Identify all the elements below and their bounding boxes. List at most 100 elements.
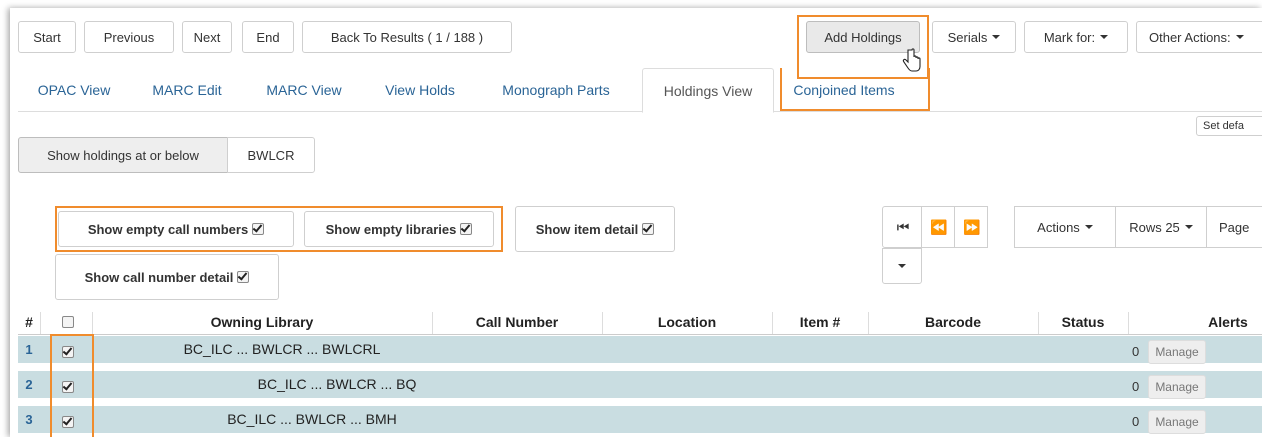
column-header-barcode[interactable]: Barcode [868, 312, 1038, 332]
next-button[interactable]: Next [182, 21, 232, 53]
toggle-item-detail[interactable]: Show item detail [515, 206, 675, 252]
caret-down-icon [1184, 225, 1193, 229]
column-header-label: Call Number [475, 314, 559, 330]
checkbox-checked-icon [62, 380, 74, 393]
column-menu-dropdown[interactable] [882, 248, 922, 284]
toggle-empty-libraries[interactable]: Show empty libraries [304, 211, 494, 247]
column-header-label: # [25, 314, 33, 330]
tab-label: View Holds [385, 82, 455, 98]
row-checkbox[interactable] [62, 413, 74, 428]
other-actions-label: Other Actions: [1149, 29, 1231, 45]
checkbox-checked-icon [62, 345, 74, 358]
toggle-empty-call-numbers[interactable]: Show empty call numbers [58, 211, 294, 247]
tab-opac-view[interactable]: OPAC View [24, 68, 124, 112]
checkbox-checked-icon [252, 223, 265, 235]
start-button-label: Start [33, 29, 61, 45]
caret-down-icon [898, 264, 906, 268]
next-page-icon: ⏩ [963, 218, 980, 235]
owning-library-cell: BC_ILC ... BWLCR ... BMH [92, 405, 432, 433]
column-header-label: Item # [799, 314, 841, 330]
previous-button[interactable]: Previous [84, 21, 174, 53]
column-header-location[interactable]: Location [602, 312, 772, 332]
page-selector[interactable]: Page [1206, 206, 1262, 248]
row-checkbox[interactable] [62, 378, 74, 393]
tab-view-holds[interactable]: View Holds [370, 68, 470, 112]
tab-conjoined-items[interactable]: Conjoined Items [784, 68, 904, 112]
page-selector-label: Page [1219, 219, 1250, 235]
caret-down-icon [1084, 225, 1093, 229]
owning-library-cell: BC_ILC ... BWLCR ... BWLCRL [92, 335, 432, 363]
owning-library-text: BC_ILC ... BWLCR ... BWLCRL [183, 341, 381, 357]
column-header-alerts[interactable]: Alerts [1128, 312, 1262, 332]
first-page-button[interactable]: ⏮ [882, 206, 922, 248]
column-header-label: Location [657, 314, 717, 330]
previous-button-label: Previous [103, 29, 155, 45]
end-button[interactable]: End [242, 21, 294, 53]
manage-alerts-button[interactable]: Manage [1148, 340, 1206, 364]
grid-actions-label: Actions [1037, 219, 1080, 235]
org-selector-value: BWLCR [247, 147, 295, 163]
caret-down-icon [1235, 35, 1244, 39]
column-header-owning-library[interactable]: Owning Library [92, 312, 432, 332]
toggle-label: Show item detail [535, 221, 639, 237]
serials-dropdown[interactable]: Serials [932, 21, 1016, 53]
owning-library-text: BC_ILC ... BWLCR ... BQ [257, 376, 417, 392]
holdings-view-window: Start Previous Next End Back To Results … [10, 8, 1262, 437]
column-header-status[interactable]: Status [1038, 312, 1128, 332]
alerts-count-text: 0 [1132, 379, 1140, 394]
other-actions-dropdown[interactable]: Other Actions: [1136, 21, 1262, 53]
column-header-number: # [18, 312, 40, 332]
hand-cursor-icon [902, 48, 921, 72]
caret-down-icon [1100, 35, 1109, 39]
toggle-label: Show call number detail [84, 269, 234, 285]
tab-label: OPAC View [37, 82, 111, 98]
tab-label: Monograph Parts [502, 82, 610, 98]
previous-page-button[interactable]: ⏪ [921, 206, 955, 248]
tab-label: MARC View [266, 82, 342, 98]
column-header-call-number[interactable]: Call Number [432, 312, 602, 332]
mark-for-label: Mark for: [1043, 29, 1096, 45]
manage-alerts-button[interactable]: Manage [1148, 410, 1206, 434]
end-button-label: End [256, 29, 280, 45]
mark-for-dropdown[interactable]: Mark for: [1024, 21, 1128, 53]
select-all-checkbox[interactable] [62, 316, 74, 328]
tab-monograph-parts[interactable]: Monograph Parts [482, 68, 630, 112]
manage-label: Manage [1155, 345, 1199, 359]
first-page-icon: ⏮ [896, 218, 910, 235]
add-holdings-label: Add Holdings [824, 29, 902, 45]
checkbox-checked-icon [237, 271, 250, 283]
next-page-button[interactable]: ⏩ [954, 206, 988, 248]
owning-library-text: BC_ILC ... BWLCR ... BMH [227, 411, 397, 427]
set-default-button[interactable]: Set defa [1196, 116, 1262, 136]
row-number[interactable]: 1 [18, 335, 40, 363]
column-header-label: Status [1061, 314, 1105, 330]
column-header-label: Owning Library [210, 314, 314, 330]
org-selector[interactable]: BWLCR [227, 137, 315, 173]
row-checkbox[interactable] [62, 343, 74, 358]
checkbox-checked-icon [642, 223, 655, 235]
grid-actions-dropdown[interactable]: Actions [1014, 206, 1116, 248]
row-number[interactable]: 2 [18, 370, 40, 398]
toggle-label: Show empty call numbers [87, 221, 249, 237]
alerts-count: 0 [1132, 414, 1139, 429]
holdings-filter-label: Show holdings at or below [18, 137, 228, 173]
start-button[interactable]: Start [18, 21, 76, 53]
tab-marc-view[interactable]: MARC View [254, 68, 354, 112]
checkbox-checked-icon [460, 223, 473, 235]
alerts-count: 0 [1132, 379, 1139, 394]
row-number-text: 2 [25, 376, 33, 392]
row-number[interactable]: 3 [18, 405, 40, 433]
tab-holdings-view[interactable]: Holdings View [642, 68, 774, 113]
alerts-count-text: 0 [1132, 414, 1140, 429]
tab-marc-edit[interactable]: MARC Edit [138, 68, 236, 112]
previous-page-icon: ⏪ [930, 218, 947, 235]
toggle-call-number-detail[interactable]: Show call number detail [55, 254, 279, 300]
holdings-filter-text: Show holdings at or below [47, 147, 199, 163]
rows-per-page-dropdown[interactable]: Rows 25 [1115, 206, 1207, 248]
serials-label: Serials [947, 29, 988, 45]
column-header-item-number[interactable]: Item # [772, 312, 868, 332]
checkbox-checked-icon [62, 415, 74, 428]
alerts-count-text: 0 [1132, 344, 1140, 359]
back-to-results-button[interactable]: Back To Results ( 1 / 188 ) [302, 21, 512, 53]
manage-alerts-button[interactable]: Manage [1148, 375, 1206, 399]
